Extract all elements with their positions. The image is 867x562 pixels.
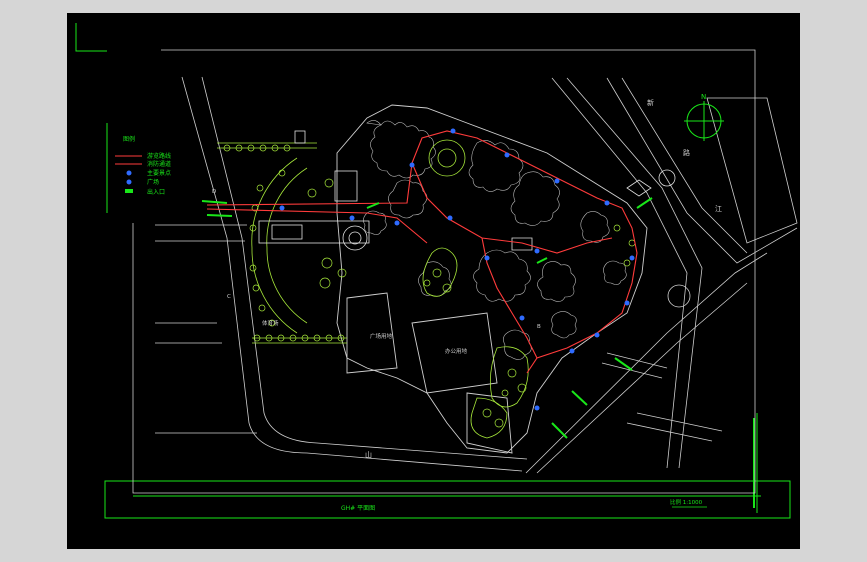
label-plaza: 广场用地 bbox=[370, 332, 393, 340]
site-plan-canvas: N 图例 游览路线 消防通道 主要景点 广场 出入口 体育场 广场用地 办公用地… bbox=[75, 23, 798, 519]
legend-item-route: 游览路线 bbox=[147, 152, 171, 160]
inner-frame bbox=[132, 49, 756, 494]
label-zone-d: D bbox=[212, 189, 216, 195]
area-labels: 体育场 广场用地 办公用地 B C D bbox=[212, 189, 541, 355]
legend-item-fire-lane: 消防通道 bbox=[147, 160, 171, 168]
drawing-title: GH# 平面图 bbox=[341, 505, 375, 512]
scale-label: 比例 1:1000 bbox=[670, 498, 703, 506]
street-label-east-3: 江 bbox=[715, 205, 722, 213]
road-network bbox=[155, 76, 798, 474]
street-label-south: 山 bbox=[365, 450, 372, 459]
street-label-east-2: 路 bbox=[683, 148, 690, 157]
north-arrow-icon: N bbox=[684, 93, 724, 141]
entrance-plaza bbox=[258, 130, 676, 251]
entrance-markers bbox=[201, 197, 653, 439]
drawing-frame bbox=[75, 23, 791, 519]
legend: 图例 游览路线 消防通道 主要景点 广场 出入口 bbox=[106, 123, 171, 213]
label-office: 办公用地 bbox=[445, 347, 468, 355]
cad-drawing-sheet: N 图例 游览路线 消防通道 主要景点 广场 出入口 体育场 广场用地 办公用地… bbox=[67, 13, 800, 549]
label-zone-c: C bbox=[227, 294, 231, 300]
legend-item-poi: 主要景点 bbox=[147, 169, 171, 177]
north-label: N bbox=[701, 93, 706, 101]
street-label-east-1: 新 bbox=[647, 98, 654, 107]
legend-item-entrance: 出入口 bbox=[147, 188, 165, 196]
legend-heading: 图例 bbox=[123, 135, 135, 143]
green-planting bbox=[217, 139, 529, 439]
label-zone-b: B bbox=[537, 324, 541, 330]
label-sports: 体育场 bbox=[262, 319, 279, 327]
legend-item-plaza: 广场 bbox=[147, 178, 159, 186]
